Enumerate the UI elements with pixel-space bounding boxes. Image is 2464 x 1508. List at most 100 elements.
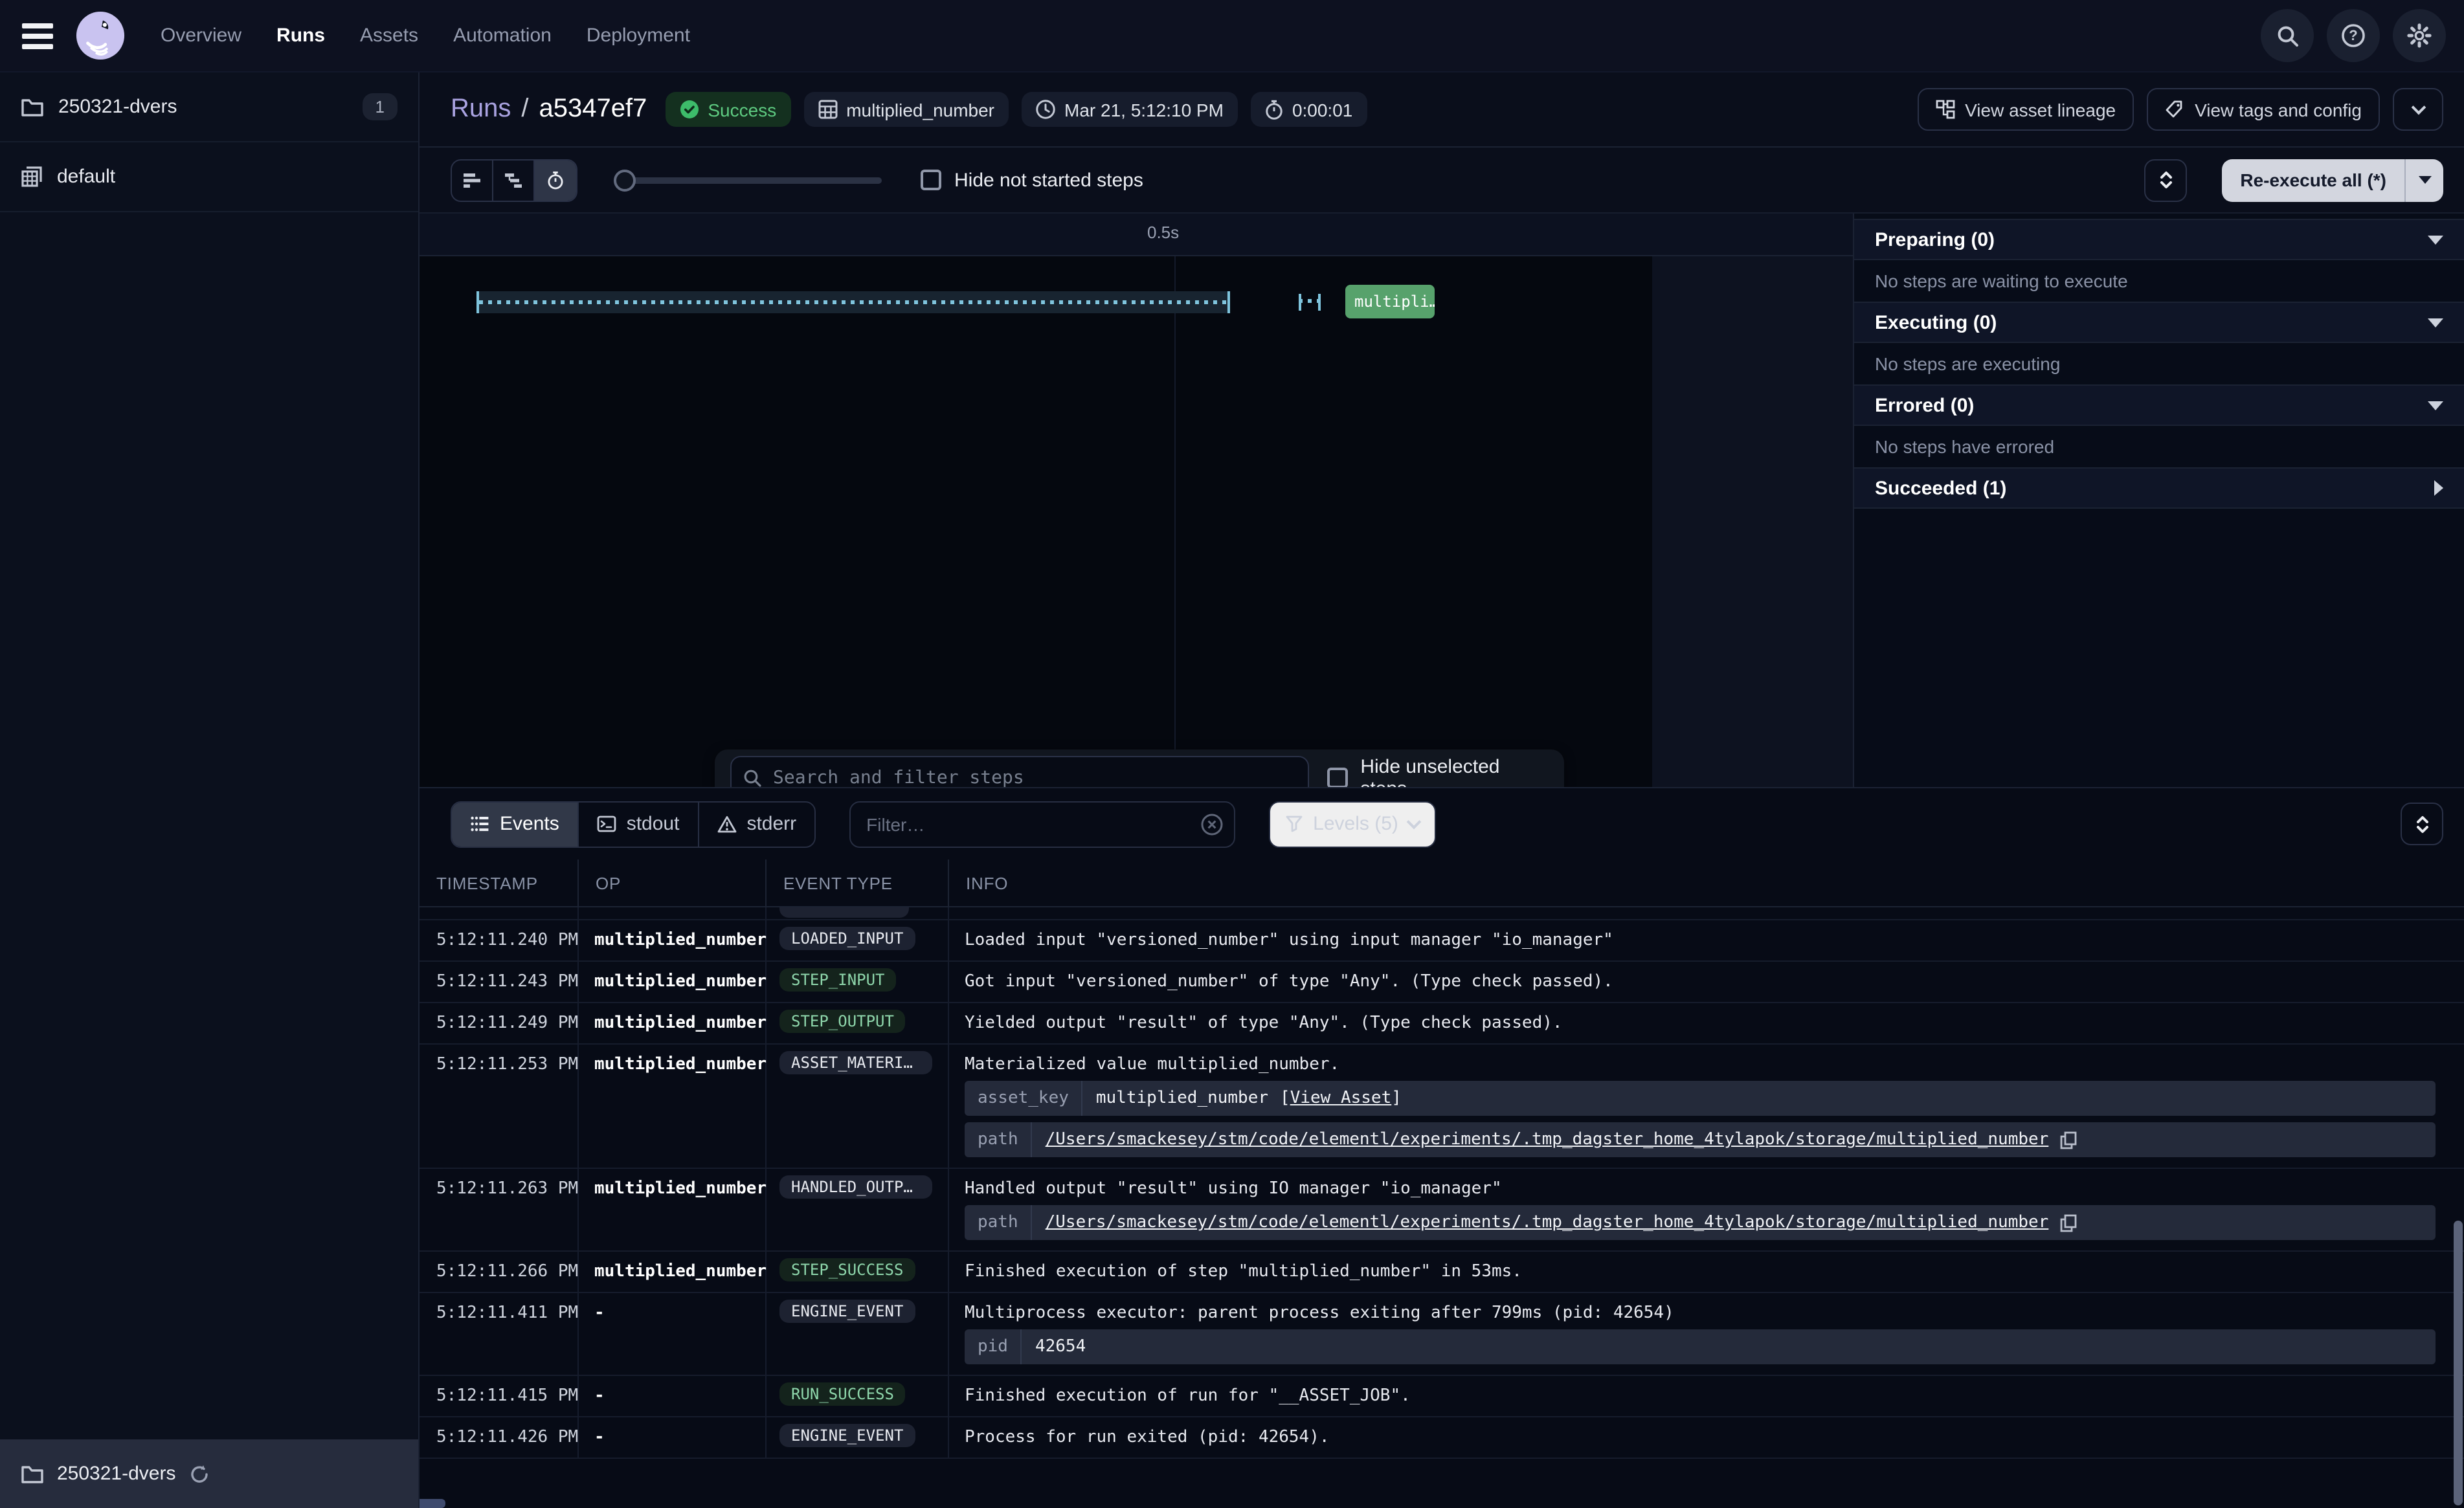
step-search-input[interactable] bbox=[730, 756, 1308, 787]
search-button[interactable] bbox=[2261, 9, 2314, 62]
gantt-dependency-dashes bbox=[1299, 291, 1321, 313]
reexecute-split-button: Re-execute all (*) bbox=[2222, 159, 2443, 201]
view-asset-lineage-button[interactable]: View asset lineage bbox=[1917, 88, 2134, 131]
tab-stderr[interactable]: stderr bbox=[699, 802, 814, 846]
start-time-tag: Mar 21, 5:12:10 PM bbox=[1022, 92, 1238, 127]
refresh-icon[interactable] bbox=[188, 1463, 209, 1484]
breadcrumb-runs-link[interactable]: Runs bbox=[451, 94, 511, 124]
event-op: - bbox=[579, 1293, 767, 1375]
hide-not-started-checkbox[interactable] bbox=[921, 170, 941, 190]
waterfall-view-button[interactable] bbox=[493, 160, 535, 200]
event-row: 5:12:11.253 PMmultiplied_numberASSET_MAT… bbox=[420, 1045, 2464, 1169]
section-executing[interactable]: Executing (0) bbox=[1854, 302, 2464, 343]
sidebar-item-code-location[interactable]: 250321-dvers 1 bbox=[0, 72, 418, 142]
view-tags-config-button[interactable]: View tags and config bbox=[2147, 88, 2380, 131]
sidebar: 250321-dvers 1 default 250321-dvers bbox=[0, 72, 420, 1508]
section-preparing[interactable]: Preparing (0) bbox=[1854, 219, 2464, 260]
gantt-gridline bbox=[1174, 256, 1176, 787]
event-timestamp: 5:12:11.249 PM bbox=[420, 1003, 579, 1043]
lineage-icon bbox=[1935, 100, 1954, 119]
nav-deployment[interactable]: Deployment bbox=[587, 25, 690, 47]
event-op: - bbox=[579, 1417, 767, 1458]
help-button[interactable]: ? bbox=[2327, 9, 2380, 62]
run-header: Runs / a5347ef7 Success multiplied_numbe… bbox=[420, 72, 2464, 148]
tab-stdout[interactable]: stdout bbox=[579, 802, 699, 846]
expand-log-panel-button[interactable] bbox=[2401, 803, 2443, 845]
event-timestamp: 5:12:11.243 PM bbox=[420, 962, 579, 1002]
hide-unselected-checkbox[interactable] bbox=[1327, 767, 1347, 787]
vertical-scrollbar-thumb[interactable] bbox=[2454, 1221, 2463, 1505]
event-type-pill-partial bbox=[779, 907, 909, 918]
gantt-chart: 0.5s multipli… bbox=[420, 214, 1853, 787]
gantt-toolbar: Hide not started steps Re-execute all (*… bbox=[420, 148, 2464, 214]
view-asset-link[interactable]: View Asset bbox=[1290, 1089, 1392, 1108]
event-type-pill: STEP_INPUT bbox=[779, 968, 897, 992]
settings-button[interactable] bbox=[2393, 9, 2446, 62]
run-actions-menu-button[interactable] bbox=[2393, 88, 2443, 131]
path-link[interactable]: /Users/smackesey/stm/code/elementl/exper… bbox=[1046, 1213, 2049, 1232]
stopwatch-icon bbox=[1265, 99, 1283, 120]
slider-track[interactable] bbox=[614, 177, 882, 183]
event-info: Loaded input "versioned_number" using in… bbox=[949, 920, 2464, 960]
asset-tag[interactable]: multiplied_number bbox=[803, 92, 1009, 127]
tab-events[interactable]: Events bbox=[452, 802, 579, 846]
nav-automation[interactable]: Automation bbox=[453, 25, 552, 47]
event-op: multiplied_number bbox=[579, 1169, 767, 1250]
nav-runs[interactable]: Runs bbox=[276, 25, 325, 47]
event-list-icon bbox=[470, 815, 489, 832]
event-log-toolbar: Events stdout stderr bbox=[420, 788, 2464, 859]
section-preparing-empty: No steps are waiting to execute bbox=[1854, 260, 2464, 302]
nav-assets[interactable]: Assets bbox=[360, 25, 418, 47]
expand-collapse-button[interactable] bbox=[2144, 159, 2187, 201]
event-op: multiplied_number bbox=[579, 920, 767, 960]
flat-view-button[interactable] bbox=[452, 160, 493, 200]
event-type-pill: ENGINE_EVENT bbox=[779, 1300, 915, 1323]
primary-nav: Overview Runs Assets Automation Deployme… bbox=[161, 25, 690, 47]
gantt-body: multipli… Hide unselected steps bbox=[420, 256, 1853, 787]
path-link[interactable]: /Users/smackesey/stm/code/elementl/exper… bbox=[1046, 1130, 2049, 1149]
gantt-step-chip[interactable]: multipli… bbox=[1345, 285, 1435, 318]
sidebar-item-label: 250321-dvers bbox=[58, 96, 177, 118]
run-tags: Success multiplied_number Mar 21, 5:12:1… bbox=[665, 92, 1367, 127]
reexecute-menu-button[interactable] bbox=[2404, 159, 2443, 201]
chevron-down-icon bbox=[2411, 100, 2426, 115]
timed-view-button[interactable] bbox=[535, 160, 576, 200]
nav-overview[interactable]: Overview bbox=[161, 25, 241, 47]
asset-grid-icon bbox=[818, 100, 837, 119]
help-icon: ? bbox=[2341, 23, 2366, 48]
metadata-value: /Users/smackesey/stm/code/elementl/exper… bbox=[1033, 1122, 2090, 1157]
event-timestamp: 5:12:11.263 PM bbox=[420, 1169, 579, 1250]
status-badge: Success bbox=[665, 92, 790, 127]
hamburger-menu-icon[interactable] bbox=[22, 23, 56, 49]
event-row: 5:12:11.411 PM-ENGINE_EVENTMultiprocess … bbox=[420, 1293, 2464, 1376]
copy-icon[interactable] bbox=[2060, 1214, 2077, 1232]
section-errored[interactable]: Errored (0) bbox=[1854, 384, 2464, 426]
event-type-pill: ASSET_MATERIALI… bbox=[779, 1051, 932, 1074]
gantt-waiting-bar[interactable] bbox=[476, 291, 1230, 313]
flat-view-icon bbox=[462, 172, 482, 188]
event-type-pill: HANDLED_OUTPUT bbox=[779, 1175, 932, 1199]
gear-icon bbox=[2407, 23, 2432, 48]
event-info: Finished execution of run for "__ASSET_J… bbox=[949, 1376, 2464, 1416]
section-succeeded[interactable]: Succeeded (1) bbox=[1854, 467, 2464, 509]
event-type-pill: ENGINE_EVENT bbox=[779, 1424, 915, 1447]
metadata-entry: path/Users/smackesey/stm/code/elementl/e… bbox=[965, 1122, 2436, 1157]
metadata-value: multiplied_number [View Asset] bbox=[1083, 1081, 1415, 1116]
triangle-right-icon bbox=[2434, 480, 2443, 496]
check-circle-icon bbox=[679, 100, 699, 119]
gantt-zoom-slider[interactable] bbox=[614, 169, 882, 191]
levels-dropdown[interactable]: Levels (5) bbox=[1269, 801, 1436, 847]
dagster-logo[interactable] bbox=[75, 10, 126, 61]
log-filter-input[interactable] bbox=[849, 801, 1235, 847]
slider-knob[interactable] bbox=[614, 169, 636, 191]
clear-filter-icon[interactable] bbox=[1200, 812, 1224, 836]
event-info: Handled output "result" using IO manager… bbox=[949, 1169, 2464, 1250]
horizontal-scrollbar-thumb[interactable] bbox=[420, 1499, 445, 1508]
sidebar-item-label: default bbox=[57, 166, 115, 188]
event-type-pill: LOADED_INPUT bbox=[779, 927, 915, 950]
hide-unselected-control: Hide unselected steps bbox=[1327, 755, 1549, 787]
sidebar-footer[interactable]: 250321-dvers bbox=[0, 1439, 418, 1508]
sidebar-item-default-group[interactable]: default bbox=[0, 142, 418, 212]
reexecute-all-button[interactable]: Re-execute all (*) bbox=[2222, 159, 2404, 201]
copy-icon[interactable] bbox=[2060, 1131, 2077, 1149]
